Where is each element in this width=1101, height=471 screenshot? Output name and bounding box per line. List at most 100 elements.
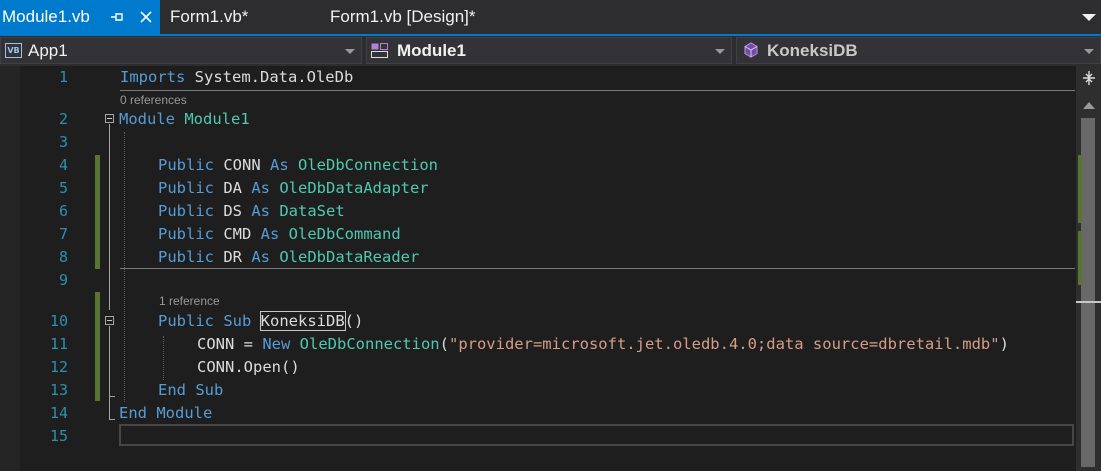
line-number: 2 — [58, 110, 68, 128]
paren: ) — [999, 335, 1009, 353]
tab-module1-vb[interactable]: Module1.vb — [0, 0, 160, 34]
tab-form1-design[interactable]: Form1.vb [Design]* — [320, 0, 520, 34]
split-window-icon[interactable] — [1082, 70, 1096, 86]
method-separator — [120, 268, 1075, 269]
codelens-references[interactable]: 1 reference — [159, 294, 220, 308]
code-line-13: End Sub — [158, 381, 223, 399]
variable: DA — [214, 179, 252, 197]
close-icon[interactable] — [135, 0, 157, 34]
keyword: End Sub — [158, 381, 224, 399]
line-number: 7 — [58, 225, 68, 243]
namespace: System.Data.OleDb — [185, 68, 354, 86]
code-line-7: Public CMD As OleDbCommand — [158, 225, 401, 243]
line-number: 5 — [58, 179, 68, 197]
navigation-bar: VB App1 Module1 KoneksiDB — [0, 36, 1101, 66]
statement: CONN.Open() — [197, 358, 300, 376]
variable: DS — [214, 202, 252, 220]
keyword: As — [251, 248, 270, 266]
code-line-8: Public DR As OleDbDataReader — [158, 248, 419, 266]
scrollbar-thumb[interactable] — [1081, 118, 1095, 467]
type-name: OleDbDataAdapter — [270, 179, 429, 197]
current-line-highlight — [119, 424, 1074, 446]
method-separator — [120, 90, 1075, 91]
collapse-toggle-icon[interactable] — [105, 316, 114, 325]
line-number: 14 — [49, 404, 68, 422]
sub-name-highlight[interactable]: KoneksiDB — [259, 311, 346, 331]
document-tab-bar: Module1.vb Form1.vb* Form1.vb [Design]* — [0, 0, 1101, 34]
collapse-toggle-icon[interactable] — [105, 114, 114, 123]
type-name: OleDbConnection — [290, 335, 440, 353]
code-line-14: End Module — [119, 404, 212, 422]
code-line-10: Public Sub KoneksiDB() — [158, 311, 364, 331]
keyword: Public — [158, 179, 214, 197]
line-number: 9 — [58, 271, 68, 289]
change-indicator — [95, 292, 100, 401]
line-number: 8 — [58, 248, 68, 266]
keyword: As — [251, 179, 270, 197]
string-literal: "provider=microsoft.jet.oledb.4.0;data s… — [448, 335, 1000, 353]
keyword: Public Sub — [158, 312, 252, 330]
module-dropdown[interactable]: Module1 — [366, 37, 732, 64]
keyword: End Module — [119, 404, 213, 422]
scrollbar-change-marker — [1078, 155, 1082, 223]
keyword: Module — [119, 110, 175, 128]
keyword: As — [251, 202, 270, 220]
outline-line — [109, 326, 110, 420]
code-line-5: Public DA As OleDbDataAdapter — [158, 179, 429, 197]
line-number: 1 — [58, 68, 68, 86]
paren: ( — [439, 335, 449, 353]
type-name: DataSet — [270, 202, 345, 220]
module-dropdown-value: Module1 — [397, 41, 466, 60]
line-number: 13 — [49, 381, 68, 399]
member-dropdown-value: KoneksiDB — [767, 41, 858, 60]
keyword: As — [270, 156, 289, 174]
tab-overflow-dropdown-icon[interactable] — [1077, 0, 1101, 34]
keyword: Public — [158, 202, 214, 220]
scrollbar-caret-marker — [1076, 301, 1101, 303]
code-line-1: Imports System.Data.OleDb — [120, 68, 353, 86]
indent-guide — [124, 132, 125, 402]
outline-end-tick — [109, 396, 115, 397]
tab-label: Module1.vb — [2, 7, 90, 26]
keyword: Imports — [120, 68, 186, 86]
type-name: OleDbCommand — [279, 225, 401, 243]
tab-label: Form1.vb* — [170, 7, 249, 26]
code-line-11: CONN = New OleDbConnection("provider=mic… — [197, 335, 1009, 353]
codelens-references[interactable]: 0 references — [120, 93, 187, 107]
member-dropdown[interactable]: KoneksiDB — [736, 37, 1101, 64]
variable: CONN — [214, 156, 270, 174]
keyword: Public — [158, 225, 214, 243]
keyword: Public — [158, 156, 214, 174]
paren: () — [344, 312, 364, 330]
method-cube-icon — [744, 42, 758, 58]
pin-icon[interactable] — [107, 0, 127, 34]
change-indicator — [95, 155, 100, 269]
line-number: 10 — [49, 312, 68, 330]
variable: DR — [214, 248, 252, 266]
code-line-12: CONN.Open() — [197, 358, 300, 376]
project-dropdown[interactable]: VB App1 — [0, 37, 362, 64]
scroll-up-arrow-icon[interactable] — [1083, 102, 1095, 109]
line-number: 3 — [58, 133, 68, 151]
code-line-6: Public DS As DataSet — [158, 202, 345, 220]
line-number: 11 — [49, 335, 68, 353]
project-dropdown-value: App1 — [28, 41, 68, 60]
tab-form1-vb[interactable]: Form1.vb* — [160, 0, 300, 34]
keyword: As — [260, 225, 280, 243]
line-number: 6 — [58, 202, 68, 220]
type-name: OleDbConnection — [288, 156, 438, 174]
outline-end-tick — [109, 419, 115, 420]
keyword: Public — [158, 248, 214, 266]
outline-line — [109, 124, 110, 310]
module-name: Module1 — [184, 110, 250, 128]
type-name: OleDbDataReader — [270, 248, 420, 266]
code-line-4: Public CONN As OleDbConnection — [158, 156, 438, 174]
line-number: 12 — [49, 358, 68, 376]
chevron-down-icon — [1084, 49, 1094, 54]
keyword: New — [262, 335, 291, 353]
code-line-2: Module Module1 — [119, 110, 250, 128]
assignment: CONN = — [197, 335, 263, 353]
chevron-down-icon — [715, 49, 725, 54]
line-number: 15 — [49, 427, 68, 445]
chevron-down-icon — [345, 49, 355, 54]
